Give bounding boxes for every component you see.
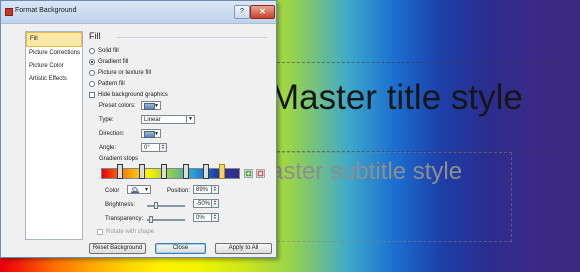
brightness-value: -50% <box>196 201 211 207</box>
type-label: Type: <box>99 117 114 123</box>
nav-item-artistic-effects[interactable]: Artistic Effects <box>26 73 82 86</box>
fill-panel: Fill Solid fill Gradient fill Picture or… <box>89 31 274 243</box>
spinner-arrows-icon[interactable]: ▲ ▼ <box>211 200 218 207</box>
app-icon <box>5 8 13 16</box>
direction-dropdown[interactable]: ▼ <box>141 129 161 138</box>
dialog-title: Format Background <box>15 7 77 14</box>
radio-solid-fill[interactable] <box>89 48 95 54</box>
type-select[interactable]: Linear ▼ <box>141 115 195 124</box>
heading-divider <box>117 37 267 38</box>
close-button[interactable]: Close <box>155 243 206 254</box>
brightness-label: Brightness: <box>105 202 136 208</box>
paint-bucket-icon <box>130 186 140 195</box>
apply-to-all-button[interactable]: Apply to All <box>215 243 272 254</box>
spinner-arrows-icon[interactable]: ▲ ▼ <box>159 144 166 151</box>
transparency-value: 0% <box>196 215 205 221</box>
gradient-stop[interactable] <box>117 164 123 179</box>
slide-subtitle[interactable]: aster subtitle style <box>270 158 462 186</box>
rotate-with-shape-checkbox[interactable] <box>97 229 103 235</box>
gradient-stop-selected[interactable] <box>219 164 225 179</box>
option-solid-fill[interactable]: Solid fill <box>89 46 119 56</box>
option-picture-fill[interactable]: Picture or texture fill <box>89 68 151 78</box>
direction-label: Direction: <box>99 131 125 137</box>
angle-value: 0° <box>144 145 150 151</box>
remove-gradient-stop-icon[interactable] <box>256 169 265 178</box>
angle-label: Angle: <box>99 145 117 151</box>
type-value: Linear <box>144 117 161 123</box>
hide-graphics-label: Hide background graphics <box>98 92 168 98</box>
brightness-slider-thumb[interactable] <box>154 202 158 209</box>
preset-colors-dropdown[interactable]: ▼ <box>141 101 161 110</box>
fill-heading: Fill <box>89 31 101 41</box>
chevron-down-icon: ▼ <box>154 131 159 137</box>
gradient-stops-label: Gradient stops <box>99 156 139 162</box>
rotate-with-shape-label: Rotate with shape <box>106 229 155 235</box>
option-pattern-fill[interactable]: Pattern fill <box>89 79 125 89</box>
option-label: Gradient fill <box>98 59 129 65</box>
slide-title[interactable]: Master title style <box>270 78 523 118</box>
reset-background-button[interactable]: Reset Background <box>89 243 146 254</box>
nav-item-picture-color[interactable]: Picture Color <box>26 60 82 73</box>
gradient-stop[interactable] <box>139 164 145 179</box>
brightness-spinner[interactable]: -50% ▲ ▼ <box>193 199 219 208</box>
gradient-stop[interactable] <box>183 164 189 179</box>
radio-picture-fill[interactable] <box>89 70 95 76</box>
chevron-down-icon[interactable]: ▼ <box>186 116 194 123</box>
chevron-down-icon: ▼ <box>154 103 159 109</box>
spinner-arrows-icon[interactable]: ▲ ▼ <box>211 186 218 193</box>
option-label: Solid fill <box>98 48 119 54</box>
nav-item-fill[interactable]: Fill <box>26 32 82 47</box>
option-label: Picture or texture fill <box>98 70 152 76</box>
position-spinner[interactable]: 89% ▲ ▼ <box>193 185 219 194</box>
transparency-slider-thumb[interactable] <box>149 216 153 223</box>
option-gradient-fill[interactable]: Gradient fill <box>89 57 128 67</box>
hide-graphics-checkbox[interactable] <box>89 92 95 98</box>
color-picker-button[interactable]: ▼ <box>127 185 151 194</box>
help-button[interactable]: ? <box>234 5 250 19</box>
angle-spinner[interactable]: 0° ▲ ▼ <box>141 143 167 152</box>
option-label: Pattern fill <box>98 81 125 87</box>
brightness-slider-track[interactable] <box>147 205 185 207</box>
position-value: 89% <box>196 187 209 193</box>
close-icon[interactable]: ✕ <box>250 5 275 19</box>
gradient-stop[interactable] <box>203 164 209 179</box>
format-background-dialog: Format Background ? ✕ Fill Picture Corre… <box>0 0 277 258</box>
preset-colors-label: Preset colors: <box>99 103 136 109</box>
position-label: Position: <box>167 188 191 194</box>
chevron-down-icon: ▼ <box>144 187 149 193</box>
transparency-label: Transparency: <box>105 216 144 222</box>
dialog-titlebar[interactable]: Format Background ? ✕ <box>1 1 276 24</box>
hide-graphics-row[interactable]: Hide background graphics <box>89 90 168 100</box>
radio-gradient-fill[interactable] <box>89 59 95 65</box>
spinner-arrows-icon[interactable]: ▲ ▼ <box>211 214 218 221</box>
rotate-with-shape-row[interactable]: Rotate with shape <box>97 227 154 237</box>
add-gradient-stop-icon[interactable] <box>244 169 253 178</box>
radio-pattern-fill[interactable] <box>89 81 95 87</box>
color-label: Color <box>105 188 120 194</box>
transparency-spinner[interactable]: 0% ▲ ▼ <box>193 213 219 222</box>
nav-item-picture-corrections[interactable]: Picture Corrections <box>26 47 82 60</box>
category-nav: Fill Picture Corrections Picture Color A… <box>25 31 83 240</box>
gradient-stop[interactable] <box>161 164 167 179</box>
